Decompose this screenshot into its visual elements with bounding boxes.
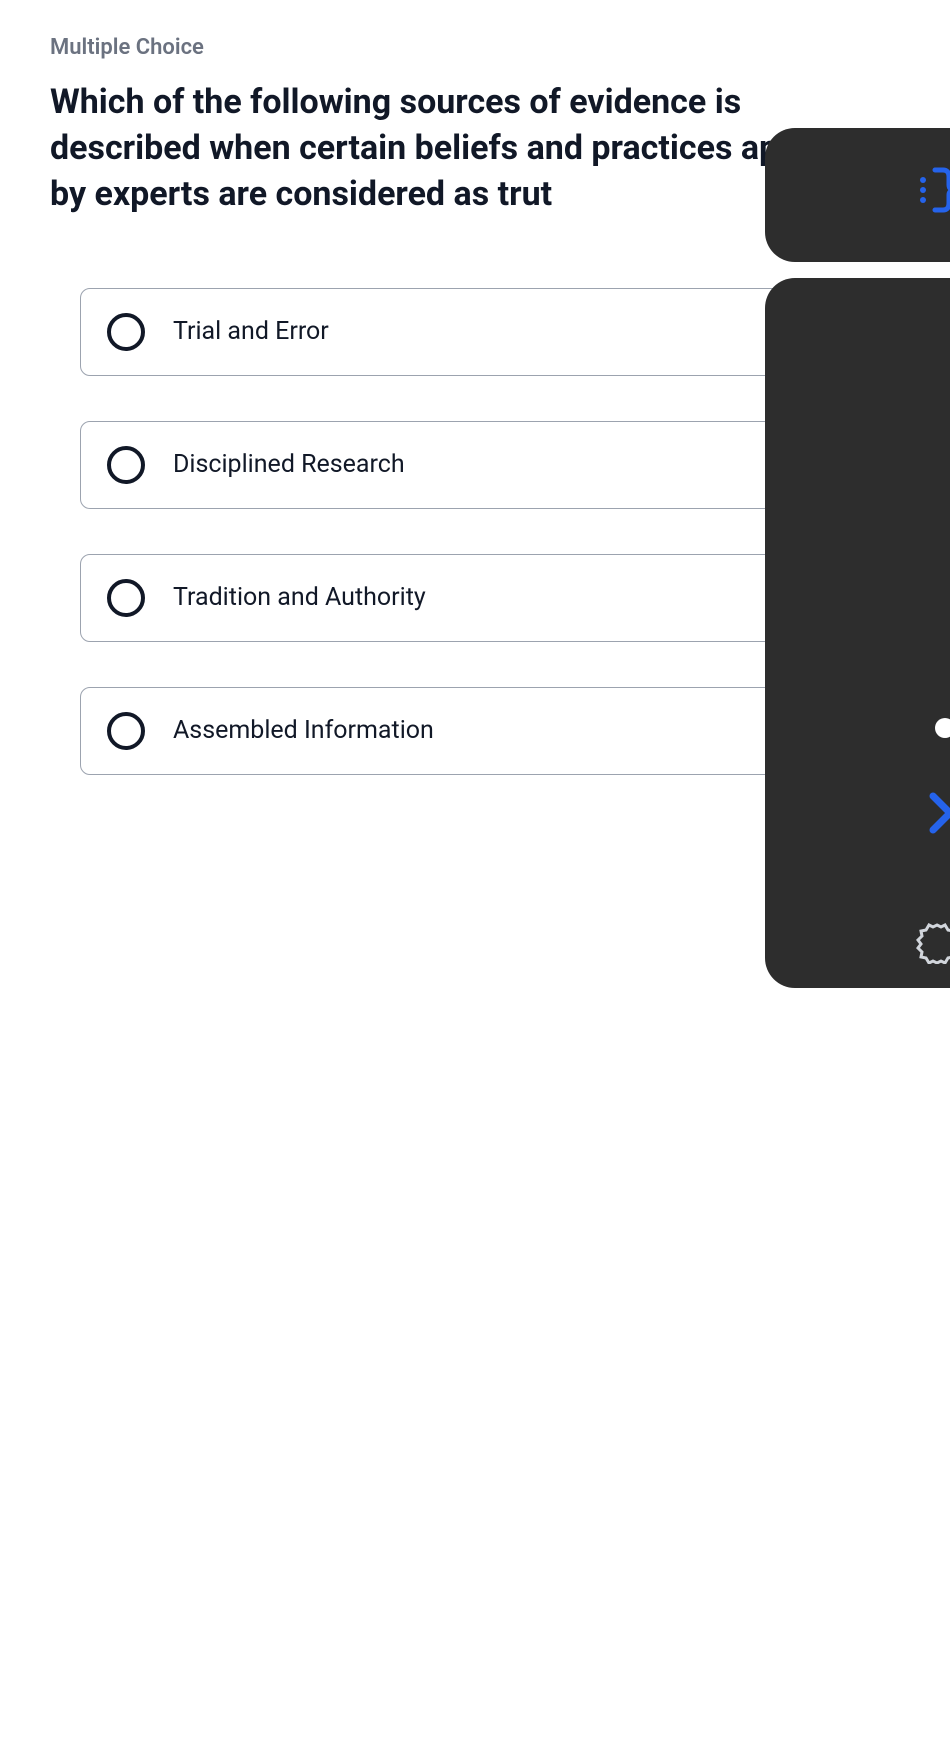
radio-icon	[107, 446, 145, 484]
bracket-icon	[915, 165, 950, 225]
side-panel-top[interactable]	[765, 128, 950, 262]
chevron-right-icon	[928, 788, 950, 842]
option-label: Assembled Information	[173, 716, 434, 745]
gear-icon	[916, 922, 950, 968]
radio-icon	[107, 313, 145, 351]
option-label: Tradition and Authority	[173, 583, 426, 612]
option-label: Trial and Error	[173, 317, 329, 346]
radio-icon	[107, 712, 145, 750]
question-type-label: Multiple Choice	[50, 35, 900, 60]
white-dot-icon	[935, 718, 950, 738]
side-panel-bottom[interactable]	[765, 278, 950, 988]
radio-icon	[107, 579, 145, 617]
option-label: Disciplined Research	[173, 450, 405, 479]
